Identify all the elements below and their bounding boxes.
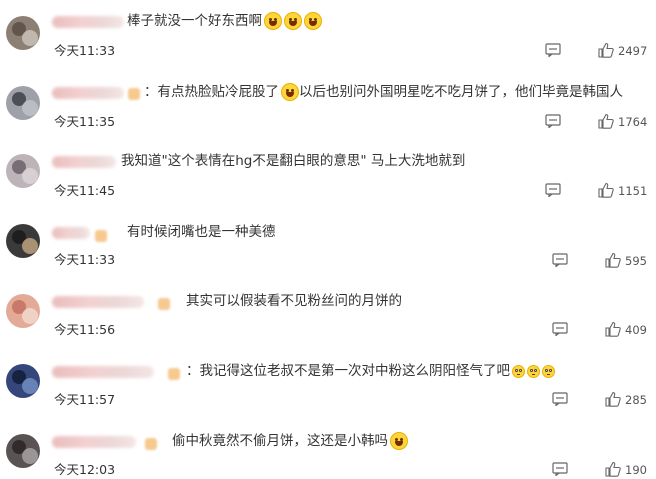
avatar[interactable]	[6, 154, 40, 188]
comment-time: 今天11:35	[54, 114, 116, 129]
comment-item: 有时候闭嘴也是一种美德 今天11:33 595	[0, 210, 656, 278]
like-count: 190	[625, 463, 647, 477]
avatar[interactable]	[6, 86, 40, 120]
user-badge	[145, 438, 157, 450]
eye-roll-emoji-icon	[527, 364, 540, 378]
user-badge	[95, 230, 107, 242]
username-blurred[interactable]	[52, 366, 154, 378]
comment-time: 今天11:33	[54, 43, 116, 58]
comment-time: 今天11:56	[54, 322, 116, 337]
like-count: 595	[625, 254, 647, 268]
comment-item: 我知道"这个表情在hg不是翻白眼的意思" 马上大洗地就到 今天11:45 115…	[0, 140, 656, 208]
comment-item: ：我记得这位老叔不是第一次对中粉这么阴阳怪气了吧 今天11:57 285	[0, 350, 656, 418]
comment-time: 今天11:45	[54, 183, 116, 198]
crying-laughing-emoji-icon	[304, 12, 322, 30]
comment-text: 有时候闭嘴也是一种美德	[127, 224, 276, 240]
comment-item: ：有点热脸贴冷屁股了 以后也别问外国明星吃不吃月饼了，他们毕竟是韩国人 今天11:…	[0, 70, 656, 138]
thumbs-up-icon[interactable]	[605, 321, 621, 337]
thinking-emoji-icon	[390, 432, 408, 450]
comment-time: 今天11:57	[54, 392, 116, 407]
avatar[interactable]	[6, 364, 40, 398]
like-count: 1151	[618, 184, 648, 198]
comment-reply-icon[interactable]	[545, 114, 561, 128]
username-blurred[interactable]	[52, 436, 136, 448]
comment-text: 偷中秋竟然不偷月饼，这还是小韩吗	[172, 431, 408, 451]
username-blurred[interactable]	[52, 156, 116, 168]
comment-reply-icon[interactable]	[552, 253, 568, 267]
thumbs-up-icon[interactable]	[598, 182, 614, 198]
user-badge	[168, 368, 180, 380]
crying-laughing-emoji-icon	[264, 12, 282, 30]
crying-laughing-emoji-icon	[284, 12, 302, 30]
username-blurred[interactable]	[52, 227, 90, 239]
comment-text: 其实可以假装看不见粉丝问的月饼的	[186, 293, 402, 309]
like-count: 1764	[618, 115, 648, 129]
avatar[interactable]	[6, 434, 40, 468]
like-count: 409	[625, 323, 647, 337]
grinning-sweat-emoji-icon	[281, 83, 299, 101]
thumbs-up-icon[interactable]	[605, 461, 621, 477]
eye-roll-emoji-icon	[542, 364, 555, 378]
eye-roll-emoji-icon	[512, 364, 525, 378]
like-count: 285	[625, 393, 647, 407]
thumbs-up-icon[interactable]	[598, 113, 614, 129]
avatar[interactable]	[6, 294, 40, 328]
comment-item: 偷中秋竟然不偷月饼，这还是小韩吗 今天12:03 190	[0, 420, 656, 479]
username-blurred[interactable]	[52, 16, 124, 28]
comment-reply-icon[interactable]	[545, 43, 561, 57]
comment-reply-icon[interactable]	[552, 322, 568, 336]
username-blurred[interactable]	[52, 87, 124, 99]
comment-reply-icon[interactable]	[552, 462, 568, 476]
comment-reply-icon[interactable]	[552, 392, 568, 406]
comment-time: 今天12:03	[54, 462, 116, 477]
like-count: 2497	[618, 44, 648, 58]
comment-item: 其实可以假装看不见粉丝问的月饼的 今天11:56 409	[0, 280, 656, 348]
user-badge	[128, 88, 140, 100]
comment-text: ：有点热脸贴冷屁股了 以后也别问外国明星吃不吃月饼了，他们毕竟是韩国人	[144, 83, 623, 101]
comment-text: ：我记得这位老叔不是第一次对中粉这么阴阳怪气了吧	[186, 361, 555, 381]
user-badge	[158, 298, 170, 310]
username-blurred[interactable]	[52, 296, 144, 308]
thumbs-up-icon[interactable]	[605, 391, 621, 407]
comment-text: 棒子就没一个好东西啊	[127, 11, 322, 31]
comment-text: 我知道"这个表情在hg不是翻白眼的意思" 马上大洗地就到	[121, 153, 466, 169]
thumbs-up-icon[interactable]	[598, 42, 614, 58]
comment-item: 棒子就没一个好东西啊 今天11:33 2497	[0, 0, 656, 68]
thumbs-up-icon[interactable]	[605, 252, 621, 268]
avatar[interactable]	[6, 224, 40, 258]
comment-reply-icon[interactable]	[545, 183, 561, 197]
comment-time: 今天11:33	[54, 252, 116, 267]
avatar[interactable]	[6, 16, 40, 50]
